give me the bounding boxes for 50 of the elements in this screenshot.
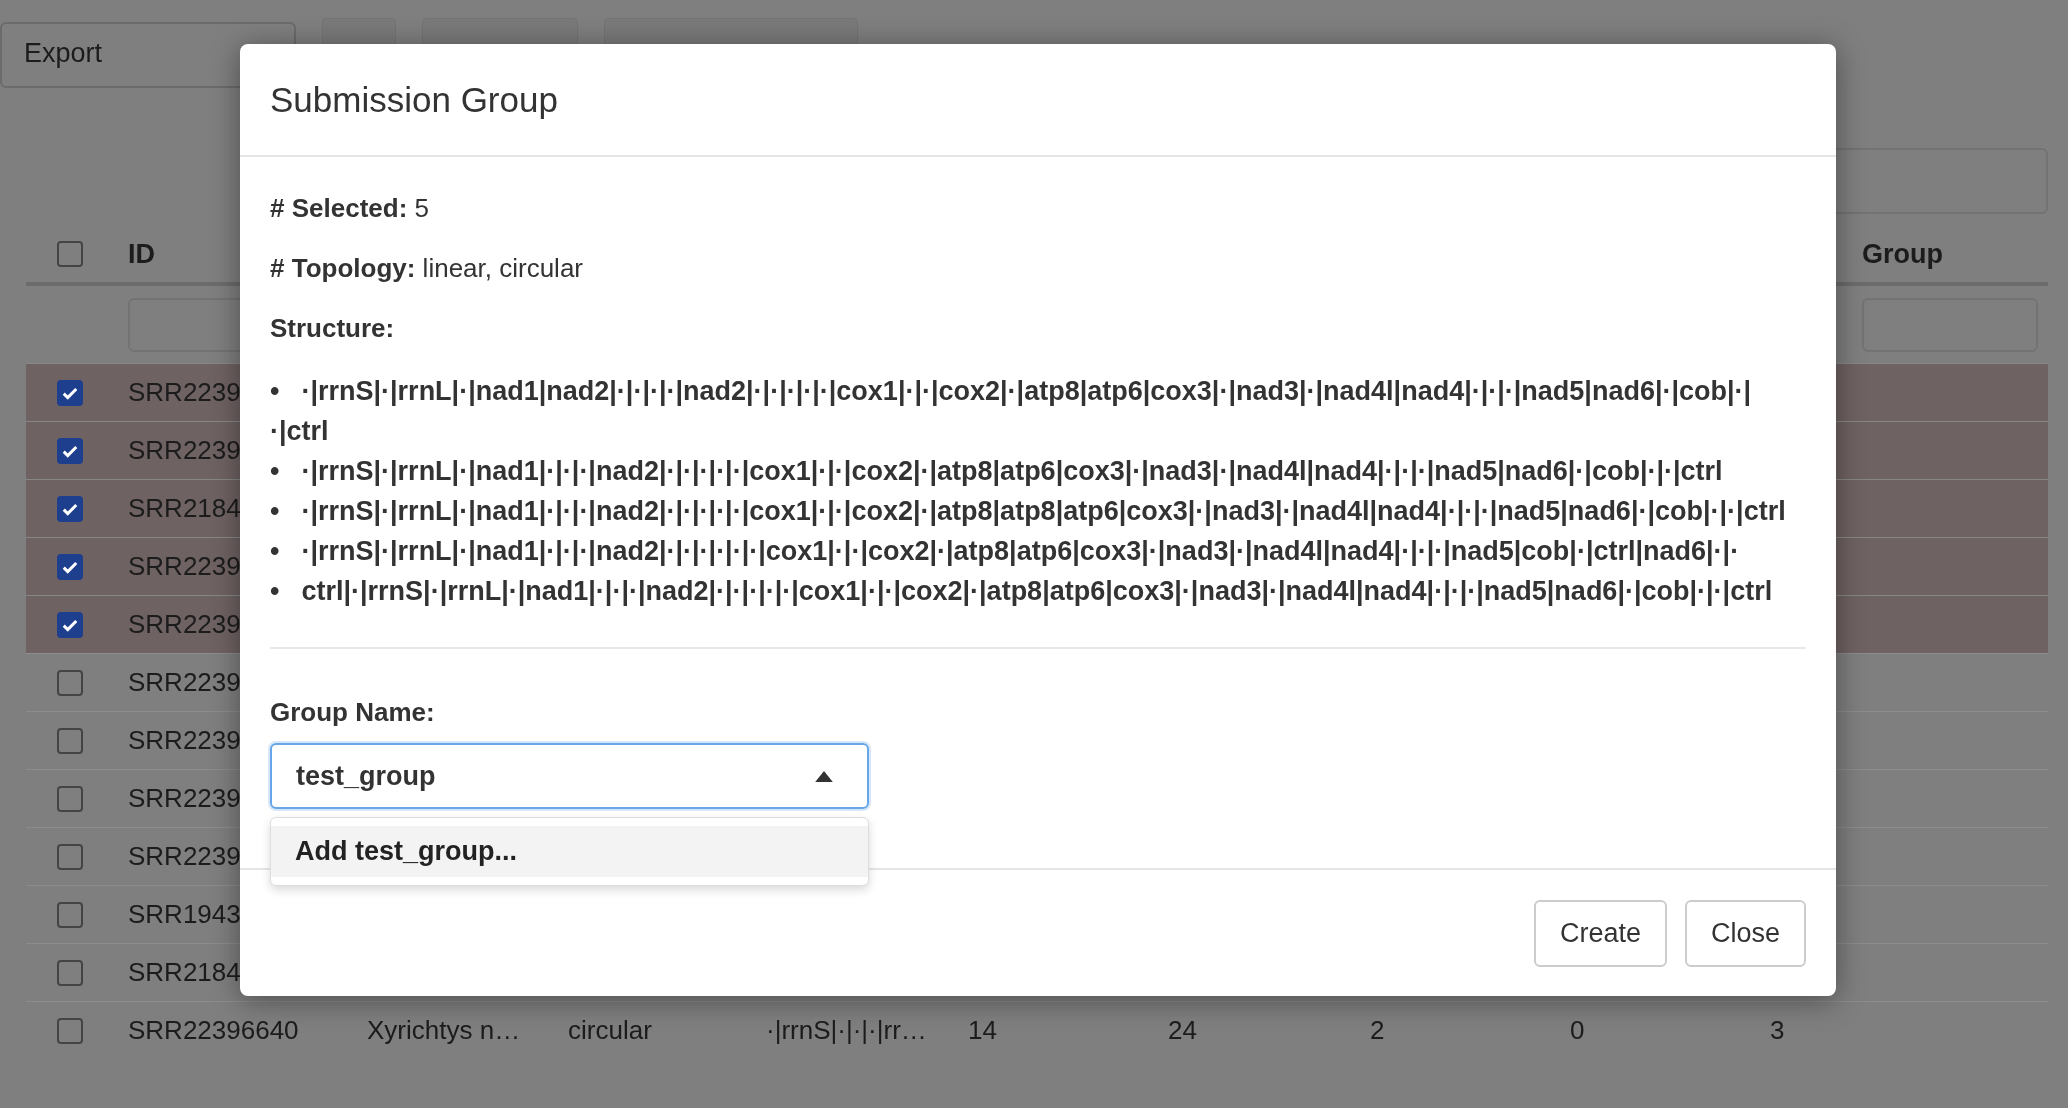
row-checkbox[interactable] bbox=[57, 379, 83, 406]
table-cell: SRR2239 bbox=[128, 667, 241, 697]
structure-item: • ·|rrnS|·|rrnL|·|nad1|nad2|·|·|·|·|nad2|·|·|·|·|·|cox1|·|·|cox2|·|atp8|atp6|cox3|·|nad3|·|nad4l|nad4|·|·|·|nad5|nad6|·|cob|·|·|ctrl bbox=[270, 375, 1753, 448]
table-cell: SRR22396640 bbox=[128, 1015, 299, 1045]
table-cell: SRR2239 bbox=[128, 725, 241, 755]
table-cell: 2 bbox=[1370, 1015, 1385, 1045]
column-header: ID bbox=[128, 238, 155, 269]
table-cell: SRR1943 bbox=[128, 899, 241, 929]
group-name-combobox[interactable]: test_group bbox=[270, 743, 869, 809]
row-checkbox[interactable] bbox=[57, 727, 83, 754]
table-cell: ·|rrnS|·|·|·|rr… bbox=[766, 1015, 927, 1045]
table-cell: 3 bbox=[1770, 1015, 1785, 1045]
table-cell: 14 bbox=[968, 1015, 997, 1045]
group-name-label: Group Name: bbox=[270, 696, 436, 729]
caret-icon bbox=[815, 770, 833, 782]
structure-item: • ·|rrnS|·|rrnL|·|nad1|·|·|·|nad2|·|·|·|·|·|cox1|·|·|cox2|·|atp8|atp8|atp6|cox3|·|nad3|·|nad4l|nad4|·|·|·|nad5|nad6|·|cob|·|·|ctrl bbox=[270, 495, 1787, 528]
structure-label: Structure: bbox=[270, 312, 396, 345]
row-checkbox[interactable] bbox=[57, 785, 83, 812]
row-checkbox[interactable] bbox=[57, 611, 83, 638]
row-checkbox[interactable] bbox=[57, 959, 83, 986]
select-all-checkbox[interactable] bbox=[57, 241, 83, 267]
table-cell: 24 bbox=[1168, 1015, 1197, 1045]
table-cell: SRR2239 bbox=[128, 435, 241, 465]
summary-text: # Selected: 5 bbox=[270, 192, 430, 225]
row-checkbox[interactable] bbox=[57, 901, 83, 928]
structure-item: • ctrl|·|rrnS|·|rrnL|·|nad1|·|·|·|nad2|·|·|·|·|·|cox1|·|·|cox2|·|atp8|atp6|cox3|·|nad3|·|nad4l|nad4|·|·|·|nad5|nad6|·|cob|·|·|ctrl bbox=[270, 575, 1774, 608]
dropdown-option[interactable]: Add test_group... bbox=[271, 826, 868, 877]
dialog-button[interactable]: Close bbox=[1684, 899, 1806, 967]
dialog-button[interactable]: Create bbox=[1533, 899, 1667, 967]
table-cell: SRR2184 bbox=[128, 957, 241, 987]
column-header: Group bbox=[1862, 238, 1943, 269]
row-checkbox[interactable] bbox=[57, 553, 83, 580]
structure-item: • ·|rrnS|·|rrnL|·|nad1|·|·|·|nad2|·|·|·|·|·|cox1|·|·|cox2|·|atp8|atp6|cox3|·|nad3|·|nad4l|nad4|·|·|·|nad5|nad6|·|cob|·|·|ctrl bbox=[270, 455, 1724, 488]
summary-text: # Topology: linear, circular bbox=[270, 252, 584, 285]
table-cell: SRR2239 bbox=[128, 377, 241, 407]
table-cell: 0 bbox=[1570, 1015, 1585, 1045]
table-cell: Xyrichtys n… bbox=[367, 1015, 521, 1045]
table-cell: SRR2239 bbox=[128, 609, 241, 639]
table-row[interactable]: SRR22396640 Xyrichtys n… circular ·|rrnS|·|·|·|rr… 14 24 2 0 3 bbox=[26, 1001, 2048, 1059]
table-cell: SRR2239 bbox=[128, 551, 241, 581]
row-checkbox[interactable] bbox=[57, 437, 83, 464]
table-cell: circular bbox=[568, 1015, 652, 1045]
row-checkbox[interactable] bbox=[57, 843, 83, 870]
row-checkbox[interactable] bbox=[57, 495, 83, 522]
row-checkbox[interactable] bbox=[57, 669, 83, 696]
table-cell: SRR2239 bbox=[128, 841, 241, 871]
row-checkbox[interactable] bbox=[57, 1017, 83, 1044]
table-cell: SRR2239 bbox=[128, 783, 241, 813]
structure-item: • ·|rrnS|·|rrnL|·|nad1|·|·|·|nad2|·|·|·|·|·|·|cox1|·|·|cox2|·|atp8|atp6|cox3|·|nad3|·|nad4l|nad4|·|·|·|nad5|cob|·|ctrl|nad6|·|· bbox=[270, 535, 1741, 568]
table-cell: SRR2184 bbox=[128, 493, 241, 523]
